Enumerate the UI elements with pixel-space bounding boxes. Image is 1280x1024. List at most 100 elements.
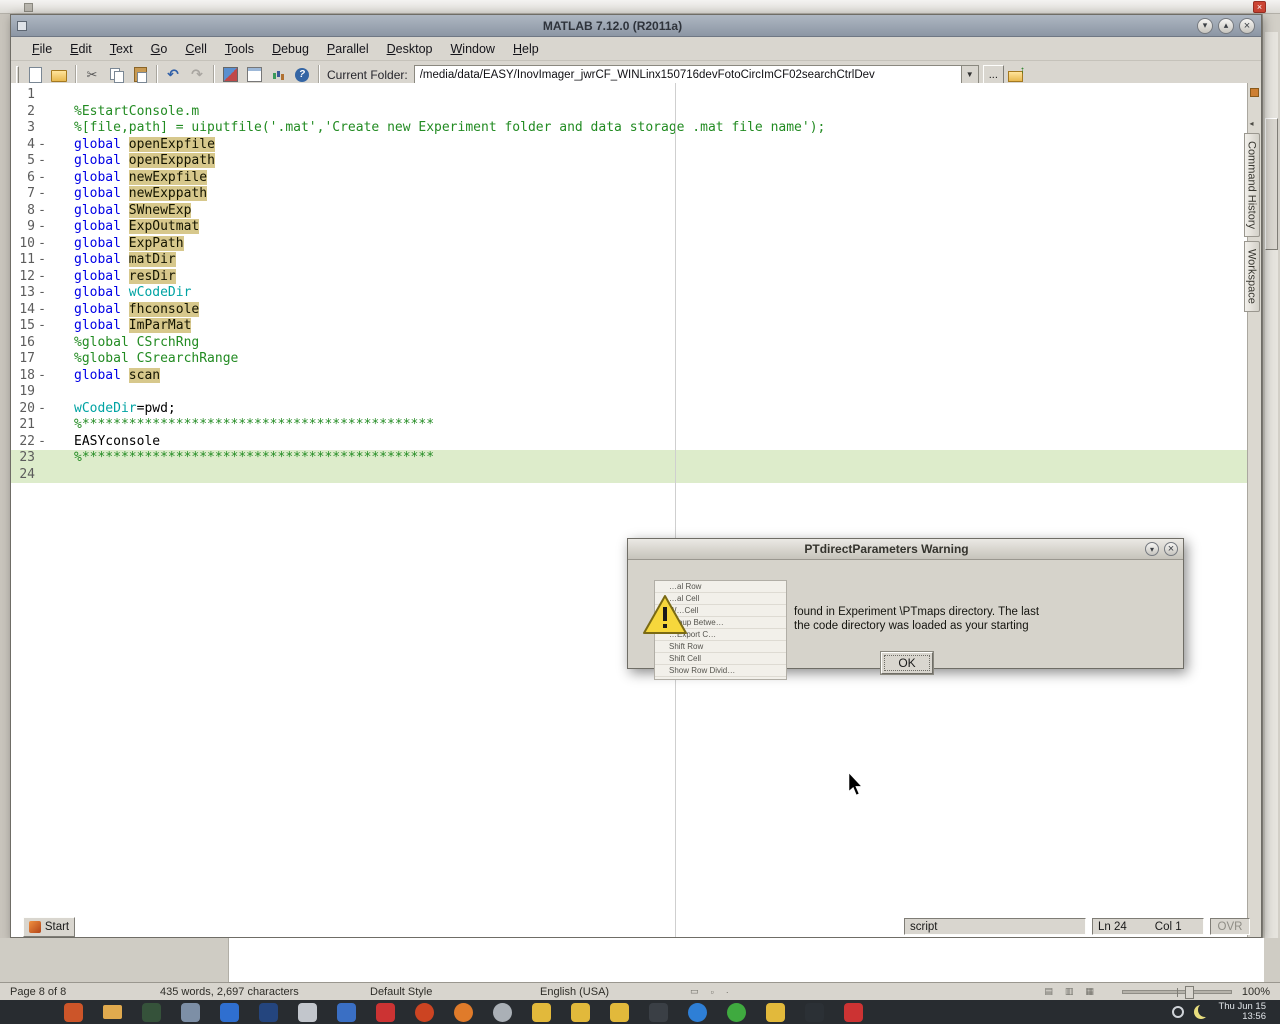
line-number[interactable]: 20 <box>11 401 35 418</box>
line-number[interactable]: 3 <box>11 120 35 137</box>
line-number[interactable]: 6 <box>11 170 35 187</box>
taskbar-browser-icon[interactable] <box>454 1003 473 1022</box>
dialog-titlebar[interactable]: PTdirectParameters Warning <box>628 539 1183 560</box>
side-tab-workspace[interactable]: Workspace <box>1244 241 1260 312</box>
chevron-down-icon[interactable] <box>961 66 978 84</box>
line-number[interactable]: 15 <box>11 318 35 335</box>
dialog-close-button[interactable] <box>1164 542 1178 556</box>
book-view-icon[interactable]: ▦ <box>1085 986 1094 997</box>
line-number[interactable]: 4 <box>11 137 35 154</box>
current-folder-path[interactable]: /media/data/EASY/InovImager_jwrCF_WINLin… <box>420 69 961 81</box>
line-column-status: Ln 24 Col 1 <box>1092 918 1204 935</box>
taskbar-app-icon-3[interactable] <box>142 1003 161 1022</box>
menu-edit[interactable]: Edit <box>61 39 101 59</box>
background-scrollbar-thumb[interactable] <box>1265 118 1278 250</box>
paragraph-style-status[interactable]: Default Style <box>370 986 540 998</box>
line-number[interactable]: 9 <box>11 219 35 236</box>
current-folder-combo[interactable]: /media/data/EASY/InovImager_jwrCF_WINLin… <box>414 65 979 85</box>
menu-cell[interactable]: Cell <box>176 39 216 59</box>
code-line: 7-global newExppath <box>11 186 1261 203</box>
menu-desktop[interactable]: Desktop <box>378 39 442 59</box>
line-number[interactable]: 2 <box>11 104 35 121</box>
background-window-close-icon[interactable] <box>1253 1 1266 13</box>
tray-ring-icon[interactable] <box>1172 1006 1184 1018</box>
line-number[interactable]: 7 <box>11 186 35 203</box>
matlab-titlebar[interactable]: MATLAB 7.12.0 (R2011a) <box>11 15 1261 37</box>
dialog-shade-button[interactable] <box>1145 542 1159 556</box>
editor-panel: Editor - /media/data/EASY/InovImager_jwr… <box>11 113 867 912</box>
taskbar-matlab-icon[interactable] <box>844 1003 863 1022</box>
zoom-slider-thumb[interactable] <box>1185 986 1194 999</box>
line-number[interactable]: 19 <box>11 384 35 401</box>
taskbar-app-icon-16[interactable] <box>649 1003 668 1022</box>
shade-button[interactable] <box>1197 18 1213 34</box>
menu-debug[interactable]: Debug <box>263 39 318 59</box>
taskbar-app-icon-18[interactable] <box>727 1003 746 1022</box>
single-page-view-icon[interactable]: ▤ <box>1044 986 1053 997</box>
insert-mode-icon[interactable]: ▭ <box>690 986 699 997</box>
taskbar-app-icon-12[interactable] <box>493 1003 512 1022</box>
selection-mode-icon[interactable]: ▫ <box>711 987 714 997</box>
line-number[interactable]: 14 <box>11 302 35 319</box>
taskbar-document-icon[interactable] <box>298 1003 317 1022</box>
zoom-level[interactable]: 100% <box>1242 986 1270 998</box>
menu-file[interactable]: File <box>23 39 61 59</box>
line-number[interactable]: 16 <box>11 335 35 352</box>
line-number[interactable]: 11 <box>11 252 35 269</box>
zoom-notch <box>1177 988 1178 997</box>
taskbar-app-icon-1[interactable] <box>64 1003 83 1022</box>
taskbar-folder-icon[interactable] <box>103 1005 122 1019</box>
word-count-status[interactable]: 435 words, 2,697 characters <box>160 986 370 998</box>
taskbar-app-icon-14[interactable] <box>571 1003 590 1022</box>
taskbar-writer-icon[interactable] <box>337 1003 356 1022</box>
taskbar-app-icon-5[interactable] <box>220 1003 239 1022</box>
menu-help[interactable]: Help <box>504 39 548 59</box>
taskbar-app-icon-20[interactable] <box>805 1003 824 1022</box>
ok-button[interactable]: OK <box>881 652 933 674</box>
language-status[interactable]: English (USA) <box>540 986 690 998</box>
browse-folder-button[interactable]: ... <box>983 65 1004 85</box>
taskbar-app-icon-13[interactable] <box>532 1003 551 1022</box>
menu-tools[interactable]: Tools <box>216 39 263 59</box>
code-editor[interactable]: 12%EstartConsole.m3%[file,path] = uiputf… <box>11 83 1261 937</box>
line-number[interactable]: 18 <box>11 368 35 385</box>
line-number[interactable]: 13 <box>11 285 35 302</box>
line-number[interactable]: 5 <box>11 153 35 170</box>
maximize-button[interactable] <box>1218 18 1234 34</box>
taskbar-app-icon-6[interactable] <box>259 1003 278 1022</box>
clock[interactable]: Thu Jun 15 13:56 <box>1218 1002 1266 1022</box>
multi-page-view-icon[interactable]: ▥ <box>1065 986 1074 997</box>
line-number[interactable]: 24 <box>11 467 35 484</box>
line-number[interactable]: 21 <box>11 417 35 434</box>
line-number[interactable]: 23 <box>11 450 35 467</box>
dock-icon[interactable]: ◂ <box>1245 117 1259 130</box>
taskbar-app-icon-10[interactable] <box>415 1003 434 1022</box>
taskbar-app-icon-4[interactable] <box>181 1003 200 1022</box>
line-number[interactable]: 1 <box>11 87 35 104</box>
line-number[interactable]: 17 <box>11 351 35 368</box>
taskbar-app-icon-15[interactable] <box>610 1003 629 1022</box>
taskbar-globe-icon[interactable] <box>688 1003 707 1022</box>
start-button[interactable]: Start <box>23 917 75 937</box>
background-scrollbar[interactable] <box>1262 14 1280 982</box>
line-number[interactable]: 10 <box>11 236 35 253</box>
menu-parallel[interactable]: Parallel <box>318 39 378 59</box>
code-line: 17%global CSrearchRange <box>11 351 1261 368</box>
artifact-row: …al Row <box>655 581 786 593</box>
line-number[interactable]: 8 <box>11 203 35 220</box>
menu-window[interactable]: Window <box>441 39 503 59</box>
menu-go[interactable]: Go <box>142 39 177 59</box>
taskbar-app-icon-19[interactable] <box>766 1003 785 1022</box>
zoom-slider[interactable] <box>1122 990 1232 994</box>
close-button[interactable] <box>1239 18 1255 34</box>
side-tab-command-history[interactable]: Command History <box>1244 133 1260 237</box>
dialog-body: …al Row…al CellW…CellGroup Betwe……Export… <box>628 560 1183 668</box>
taskbar-pdf-icon[interactable] <box>376 1003 395 1022</box>
current-line-marker[interactable] <box>1250 88 1259 97</box>
line-number[interactable]: 12 <box>11 269 35 286</box>
line-number[interactable]: 22 <box>11 434 35 451</box>
night-mode-icon[interactable] <box>1194 1005 1208 1019</box>
background-window-titlebar <box>0 0 1280 14</box>
toolbar-drag-handle[interactable] <box>16 66 19 84</box>
menu-text[interactable]: Text <box>101 39 142 59</box>
